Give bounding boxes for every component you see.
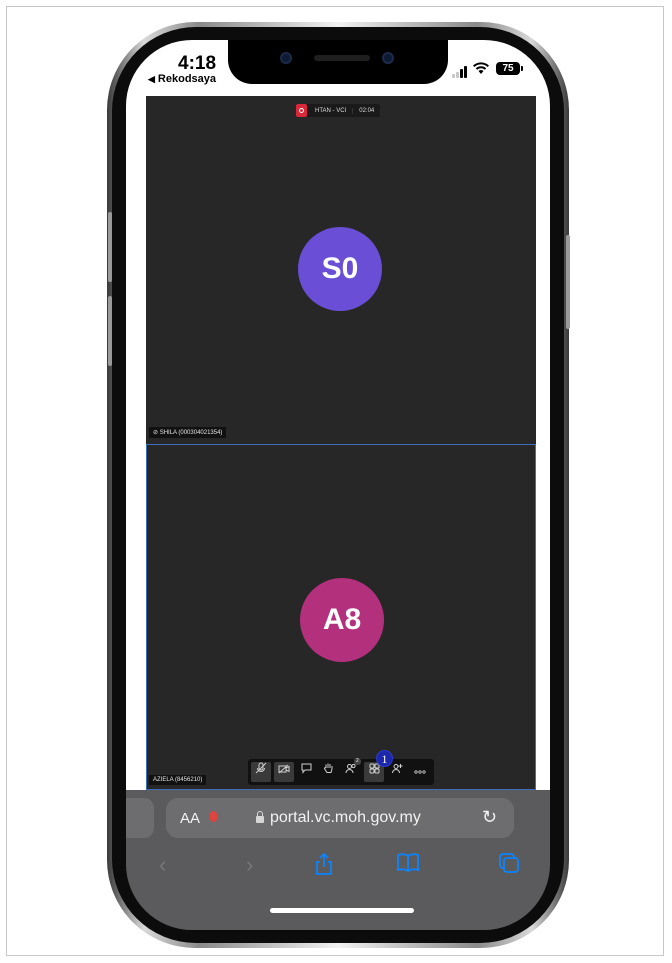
bookmarks-icon[interactable] xyxy=(396,852,420,878)
battery-icon: 75 xyxy=(496,62,520,75)
lock-icon xyxy=(256,811,264,823)
chat-button[interactable] xyxy=(296,762,316,782)
text-size-label: AA xyxy=(180,810,201,827)
video-off-icon xyxy=(278,764,290,774)
participants-button[interactable]: 2 xyxy=(341,758,361,782)
participant-tile[interactable]: HTAN - VCI 02:04 S0 ⊘ SHILA (00030402135… xyxy=(146,96,536,444)
volume-down-button xyxy=(108,296,112,366)
wifi-icon xyxy=(472,60,490,80)
home-indicator[interactable] xyxy=(270,908,414,913)
cellular-signal-icon xyxy=(452,66,470,78)
more-icon xyxy=(414,770,426,774)
hand-icon xyxy=(323,763,332,773)
participant-name: SHILA (000304021354) xyxy=(159,430,223,436)
reload-icon[interactable]: ↻ xyxy=(482,807,497,828)
add-person-icon xyxy=(392,764,403,774)
avatar: S0 xyxy=(298,227,382,311)
muted-mic-icon: ⊘ xyxy=(153,430,159,436)
participant-name-tag: AZIELA (8456210) xyxy=(149,775,207,785)
participant-tile-active[interactable]: A8 AZIELA (8456210) xyxy=(146,444,536,790)
browser-bottom-bar: AA portal.vc.moh.gov.my ↻ ‹ › xyxy=(126,790,550,930)
call-duration: 02:04 xyxy=(352,107,380,114)
back-to-app-link[interactable]: ◀ Rekodsaya xyxy=(148,73,216,85)
back-app-label: Rekodsaya xyxy=(157,73,217,85)
phone-screen: 4:18 ◀ Rekodsaya 75 HTAN - VCI 02:04 S0 ⊘… xyxy=(126,40,550,930)
camera-icon xyxy=(280,52,292,64)
speaker-grille xyxy=(314,55,370,61)
recording-indicator: HTAN - VCI 02:04 xyxy=(296,104,381,117)
page-margin-right xyxy=(536,96,550,790)
sensor-icon xyxy=(382,52,394,64)
notch xyxy=(228,40,448,84)
record-icon xyxy=(296,104,307,117)
battery-tip xyxy=(521,66,523,71)
participant-name-tag: ⊘ SHILA (000304021354) xyxy=(149,427,227,438)
more-options-button[interactable] xyxy=(410,762,430,782)
participants-count-badge: 2 xyxy=(354,758,361,765)
tabs-icon[interactable] xyxy=(498,852,520,880)
status-time: 4:18 xyxy=(178,53,217,74)
status-bar: 4:18 ◀ Rekodsaya 75 xyxy=(126,40,550,96)
address-bar[interactable]: AA portal.vc.moh.gov.my ↻ xyxy=(166,798,514,838)
mic-toggle-button[interactable] xyxy=(251,762,271,782)
volume-up-button xyxy=(108,212,112,282)
share-icon[interactable] xyxy=(314,852,334,882)
microphone-in-use-icon xyxy=(210,811,217,826)
url-text: portal.vc.moh.gov.my xyxy=(270,809,421,826)
invite-button[interactable] xyxy=(387,762,407,782)
raise-hand-button[interactable] xyxy=(318,762,338,782)
forward-chevron-icon[interactable]: › xyxy=(246,852,253,878)
back-triangle-icon: ◀ xyxy=(148,74,155,84)
step-marker-badge: 1 xyxy=(376,750,393,767)
mic-off-icon xyxy=(255,762,267,774)
chat-icon xyxy=(301,763,311,774)
room-title: HTAN - VCI xyxy=(315,107,347,114)
page-margin-left xyxy=(126,96,146,790)
avatar: A8 xyxy=(300,578,384,662)
back-chevron-icon[interactable]: ‹ xyxy=(159,852,166,878)
power-button xyxy=(566,235,570,329)
meeting-toolbar: 2 xyxy=(248,758,434,785)
participant-name: AZIELA (8456210) xyxy=(153,777,203,783)
text-size-button[interactable]: AA xyxy=(180,810,200,827)
camera-toggle-button[interactable] xyxy=(274,762,294,782)
previous-tab-peek[interactable] xyxy=(126,798,154,838)
